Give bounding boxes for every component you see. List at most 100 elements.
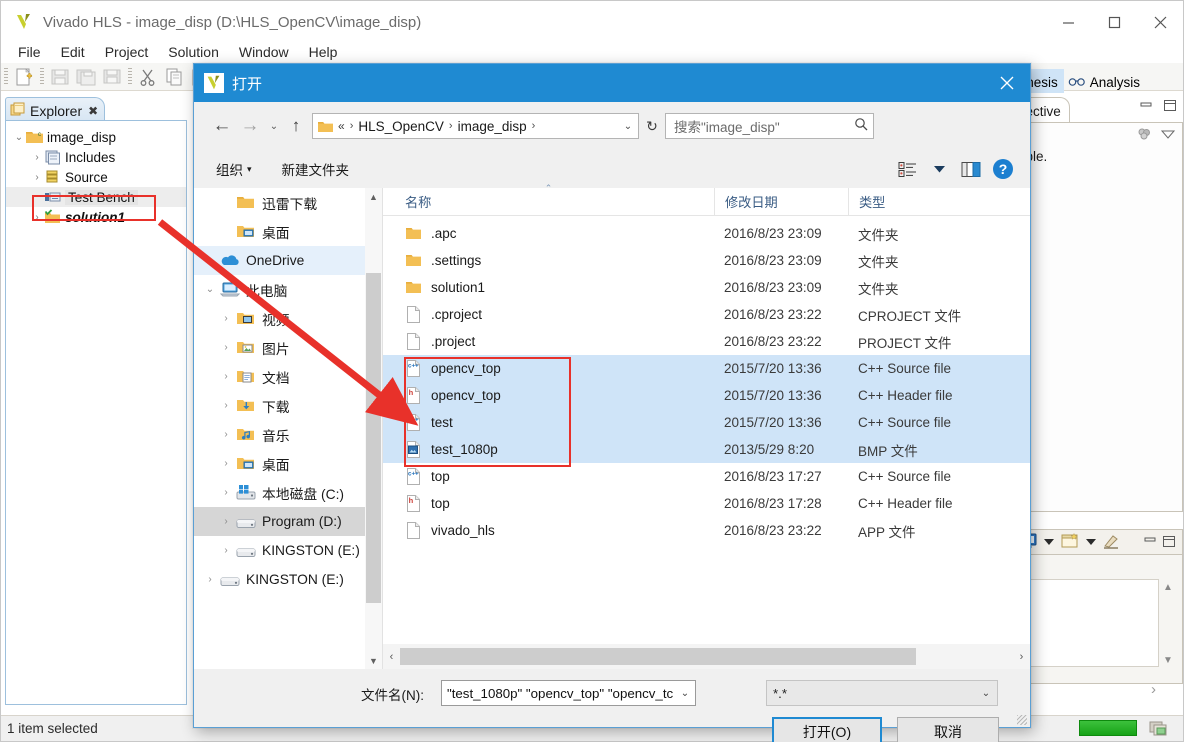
- tree-twisty-icon[interactable]: ⌄: [12, 132, 26, 143]
- breadcrumb-sep-2[interactable]: ›: [532, 120, 536, 132]
- place-expander-icon[interactable]: ›: [216, 487, 236, 498]
- filename-input[interactable]: "test_1080p" "opencv_top" "opencv_tc ⌄: [441, 680, 696, 706]
- minimize-view-icon[interactable]: [1139, 100, 1153, 115]
- search-box[interactable]: 搜索"image_disp": [665, 113, 874, 139]
- back-button[interactable]: ←: [208, 111, 236, 141]
- organize-button[interactable]: 组织 ▾: [208, 155, 260, 183]
- hscroll-thumb[interactable]: [400, 648, 916, 665]
- search-icon[interactable]: [854, 117, 869, 135]
- file-row[interactable]: h opencv_top 2015/7/20 13:36 C++ Header fil…: [383, 382, 1030, 409]
- tree-twisty-icon[interactable]: ›: [30, 172, 44, 183]
- tree-item-test-bench[interactable]: Test Bench: [6, 187, 186, 207]
- address-breadcrumb-bar[interactable]: « › HLS_OpenCV › image_disp › ⌄: [312, 113, 639, 139]
- console-maximize-icon[interactable]: [1162, 535, 1176, 551]
- place-item[interactable]: › KINGSTON (E:): [194, 565, 382, 594]
- place-item[interactable]: 桌面: [194, 217, 382, 246]
- tree-item-source[interactable]: › Source: [6, 167, 186, 187]
- file-row[interactable]: .cproject 2016/8/23 23:22 CPROJECT 文件: [383, 301, 1030, 328]
- resize-grip[interactable]: [1017, 715, 1027, 725]
- maximize-button[interactable]: [1091, 1, 1137, 43]
- new-file-icon[interactable]: [13, 66, 35, 88]
- file-row[interactable]: solution1 2016/8/23 23:09 文件夹: [383, 274, 1030, 301]
- refresh-button[interactable]: ↻: [639, 113, 665, 139]
- menu-project[interactable]: Project: [96, 41, 158, 63]
- search-input[interactable]: 搜索"image_disp": [674, 116, 854, 136]
- column-header-name[interactable]: ⌃ 名称: [383, 183, 714, 216]
- place-item[interactable]: › 本地磁盘 (C:): [194, 478, 382, 507]
- file-row[interactable]: .apc 2016/8/23 23:09 文件夹: [383, 220, 1030, 247]
- file-row[interactable]: c++ test 2015/7/20 13:36 C++ Source file: [383, 409, 1030, 436]
- save-icon[interactable]: [49, 66, 71, 88]
- filter-icon[interactable]: [1136, 127, 1152, 144]
- new-console-icon[interactable]: [1060, 532, 1080, 553]
- menu-file[interactable]: File: [9, 41, 50, 63]
- place-expander-icon[interactable]: ›: [216, 400, 236, 411]
- file-list-hscrollbar[interactable]: ‹ ›: [383, 644, 1030, 669]
- toolbar-grip-3[interactable]: [128, 67, 132, 86]
- file-row[interactable]: h top 2016/8/23 17:28 C++ Header file: [383, 490, 1030, 517]
- filetype-dropdown-icon[interactable]: ⌄: [975, 688, 997, 699]
- help-button[interactable]: ?: [988, 156, 1018, 182]
- place-item[interactable]: ⌄ 此电脑: [194, 275, 382, 304]
- up-button[interactable]: ↑: [284, 111, 308, 141]
- minimize-button[interactable]: [1045, 1, 1091, 43]
- file-row[interactable]: c++ opencv_top 2015/7/20 13:36 C++ Source f…: [383, 355, 1030, 382]
- console-dropdown-icon[interactable]: [1043, 535, 1055, 550]
- hscroll-right-icon[interactable]: ›: [1013, 651, 1030, 663]
- save-all-icon[interactable]: [75, 66, 97, 88]
- preview-pane-icon[interactable]: [956, 156, 986, 182]
- tab-explorer[interactable]: Explorer ✖: [5, 97, 106, 121]
- breadcrumb-part-1[interactable]: image_disp: [458, 119, 527, 134]
- place-item[interactable]: › 音乐: [194, 420, 382, 449]
- tree-item-solution1[interactable]: › solution1: [6, 207, 186, 227]
- filetype-select[interactable]: *.* ⌄: [766, 680, 998, 706]
- view-menu-icon[interactable]: [1160, 128, 1176, 143]
- menu-window[interactable]: Window: [230, 41, 298, 63]
- cancel-button[interactable]: 取消: [897, 717, 999, 742]
- toolbar-grip[interactable]: [4, 67, 8, 86]
- maximize-view-icon[interactable]: [1163, 99, 1177, 115]
- place-item[interactable]: › Program (D:): [194, 507, 382, 536]
- dialog-close-button[interactable]: [984, 64, 1030, 102]
- place-expander-icon[interactable]: ›: [216, 545, 236, 556]
- place-expander-icon[interactable]: ›: [200, 574, 220, 585]
- place-expander-icon[interactable]: ›: [216, 342, 236, 353]
- hscroll-track[interactable]: [400, 648, 1013, 665]
- places-scroll-thumb[interactable]: [366, 273, 381, 603]
- file-row[interactable]: test_1080p 2013/5/29 8:20 BMP 文件: [383, 436, 1030, 463]
- column-header-date[interactable]: 修改日期: [714, 187, 848, 216]
- file-row[interactable]: c++ top 2016/8/23 17:27 C++ Source file: [383, 463, 1030, 490]
- save-as-icon[interactable]: [101, 66, 123, 88]
- column-header-type[interactable]: 类型: [848, 187, 998, 216]
- console-scrollbar[interactable]: ▲ ▼: [1159, 579, 1177, 667]
- place-expander-icon[interactable]: ›: [216, 429, 236, 440]
- place-item[interactable]: › 视频: [194, 304, 382, 333]
- file-row[interactable]: .settings 2016/8/23 23:09 文件夹: [383, 247, 1030, 274]
- view-mode-icon[interactable]: [892, 156, 922, 182]
- file-row[interactable]: .project 2016/8/23 23:22 PROJECT 文件: [383, 328, 1030, 355]
- forward-button[interactable]: →: [236, 111, 264, 141]
- tree-item-includes[interactable]: › Includes: [6, 147, 186, 167]
- file-row[interactable]: vivado_hls 2016/8/23 23:22 APP 文件: [383, 517, 1030, 544]
- place-item[interactable]: › 下载: [194, 391, 382, 420]
- background-tasks-icon[interactable]: [1149, 720, 1171, 741]
- clear-console-icon[interactable]: [1102, 533, 1120, 552]
- places-scroll-up-icon[interactable]: ▲: [365, 188, 382, 205]
- breadcrumb-part-0[interactable]: HLS_OpenCV: [358, 119, 444, 134]
- place-item[interactable]: › KINGSTON (E:): [194, 536, 382, 565]
- breadcrumb-sep-1[interactable]: ›: [449, 120, 453, 132]
- console-minimize-icon[interactable]: [1143, 535, 1157, 550]
- cut-icon[interactable]: [137, 66, 159, 88]
- hscroll-left-icon[interactable]: ‹: [383, 651, 400, 663]
- place-expander-icon[interactable]: ›: [216, 313, 236, 324]
- recent-locations-button[interactable]: ⌄: [264, 111, 284, 141]
- open-button[interactable]: 打开(O): [772, 717, 882, 742]
- tab-close-icon[interactable]: ✖: [88, 104, 98, 118]
- menu-edit[interactable]: Edit: [52, 41, 94, 63]
- places-scrollbar[interactable]: ▲ ▼: [365, 188, 382, 669]
- place-item[interactable]: 迅雷下载: [194, 188, 382, 217]
- new-console-dropdown-icon[interactable]: [1085, 535, 1097, 550]
- close-button[interactable]: [1137, 1, 1183, 43]
- place-expander-icon[interactable]: ›: [216, 458, 236, 469]
- tree-item-image_disp[interactable]: ⌄ c image_disp: [6, 127, 186, 147]
